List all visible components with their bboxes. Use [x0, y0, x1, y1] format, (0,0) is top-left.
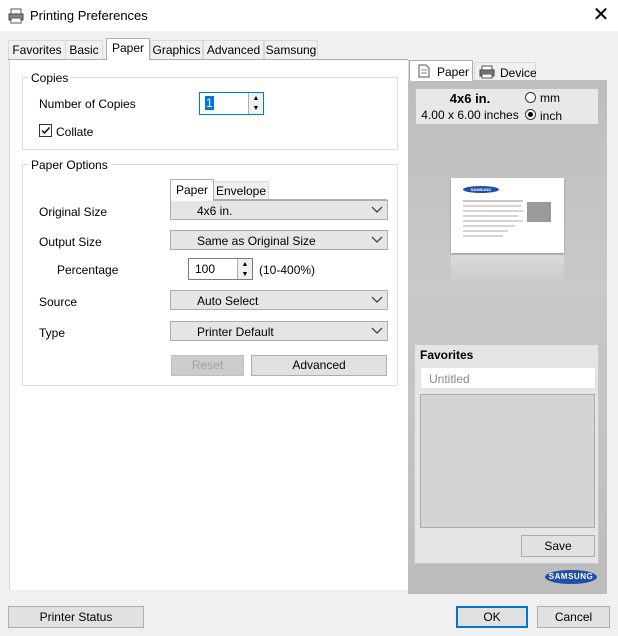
window-title: Printing Preferences: [30, 8, 148, 23]
output-size-value: Same as Original Size: [197, 234, 316, 248]
paper-icon: [418, 64, 430, 78]
tab-advanced[interactable]: Advanced: [203, 40, 264, 59]
preview-tab-paper[interactable]: Paper: [409, 60, 473, 81]
thumbnail-text-line: [463, 205, 521, 207]
copies-spin-buttons: ▲ ▼: [248, 93, 263, 114]
unit-inch-label: inch: [540, 109, 563, 123]
source-select[interactable]: Auto Select: [170, 290, 388, 310]
advanced-button[interactable]: Advanced: [251, 355, 387, 376]
chevron-down-icon: [371, 236, 383, 243]
tab-samsung[interactable]: Samsung: [264, 40, 318, 59]
thumbnail-logo: SAMSUNG: [463, 186, 499, 193]
samsung-logo: SAMSUNG: [545, 570, 597, 584]
save-button[interactable]: Save: [521, 535, 595, 557]
subtab-envelope[interactable]: Envelope: [213, 181, 269, 200]
chevron-down-icon: [371, 296, 383, 303]
percentage-down-icon[interactable]: ▼: [238, 269, 252, 279]
paper-options-legend: Paper Options: [28, 158, 111, 172]
percentage-label: Percentage: [57, 263, 119, 277]
preview-tab-device-label: Device: [500, 66, 537, 80]
type-value: Printer Default: [197, 325, 274, 339]
thumbnail-text-line: [463, 200, 523, 202]
thumbnail-text-line: [463, 220, 523, 222]
reset-button[interactable]: Reset: [171, 355, 244, 376]
chevron-down-icon: [371, 206, 383, 213]
paper-size-dimensions: 4.00 x 6.00 inches: [421, 108, 519, 122]
preview-tab-paper-label: Paper: [437, 65, 470, 79]
favorites-title: Favorites: [420, 348, 474, 362]
paper-size-name: 4x6 in.: [449, 91, 491, 106]
copies-legend: Copies: [28, 71, 72, 85]
percentage-stepper[interactable]: 100 ▲ ▼: [188, 258, 253, 280]
copies-stepper[interactable]: 1 ▲ ▼: [199, 92, 264, 115]
checkmark-icon: [41, 127, 51, 135]
thumbnail-text-line: [463, 230, 508, 232]
favorites-name-input[interactable]: Untitled: [420, 367, 596, 389]
thumbnail-image: [527, 202, 551, 222]
cancel-button[interactable]: Cancel: [537, 606, 610, 628]
collate-label: Collate: [56, 125, 94, 139]
chevron-down-icon: [371, 327, 383, 334]
original-size-value: 4x6 in.: [197, 204, 233, 218]
unit-inch-radio[interactable]: [525, 109, 536, 120]
output-size-select[interactable]: Same as Original Size: [170, 230, 388, 250]
copies-value[interactable]: 1: [205, 96, 214, 110]
source-label: Source: [39, 295, 78, 309]
close-icon[interactable]: ✕: [590, 4, 612, 26]
thumbnail-text-line: [463, 215, 518, 217]
thumbnail-text-line: [463, 210, 523, 212]
paper-preview-thumbnail: SAMSUNG: [451, 178, 564, 253]
copies-up-icon[interactable]: ▲: [249, 93, 263, 104]
type-label: Type: [39, 326, 66, 340]
thumbnail-text-line: [463, 225, 515, 227]
paper-reflection: [451, 255, 564, 285]
copies-down-icon[interactable]: ▼: [249, 104, 263, 115]
unit-mm-radio[interactable]: [525, 92, 536, 103]
tab-basic[interactable]: Basic: [65, 40, 103, 59]
type-select[interactable]: Printer Default: [170, 321, 388, 341]
number-of-copies-label: Number of Copies: [39, 97, 136, 111]
tab-paper[interactable]: Paper: [106, 38, 150, 60]
tab-graphics[interactable]: Graphics: [150, 40, 203, 59]
thumbnail-text-line: [463, 235, 503, 237]
subtab-paper[interactable]: Paper: [170, 179, 214, 201]
original-size-label: Original Size: [39, 205, 108, 219]
preview-tab-device[interactable]: Device: [474, 62, 537, 81]
percentage-spin-buttons: ▲ ▼: [237, 259, 252, 279]
source-value: Auto Select: [197, 294, 259, 308]
percentage-up-icon[interactable]: ▲: [238, 259, 252, 269]
ok-button[interactable]: OK: [456, 606, 528, 628]
percentage-range-text: (10-400%): [259, 263, 316, 277]
output-size-label: Output Size: [39, 235, 102, 249]
printer-icon: [8, 8, 24, 24]
printer-status-button[interactable]: Printer Status: [8, 606, 144, 628]
percentage-value[interactable]: 100: [195, 262, 215, 276]
unit-mm-label: mm: [540, 91, 560, 105]
tab-favorites[interactable]: Favorites: [8, 40, 66, 59]
printer-icon: [479, 65, 495, 79]
favorites-list[interactable]: [420, 394, 595, 528]
original-size-select[interactable]: 4x6 in.: [170, 200, 388, 220]
collate-checkbox[interactable]: [39, 124, 52, 137]
